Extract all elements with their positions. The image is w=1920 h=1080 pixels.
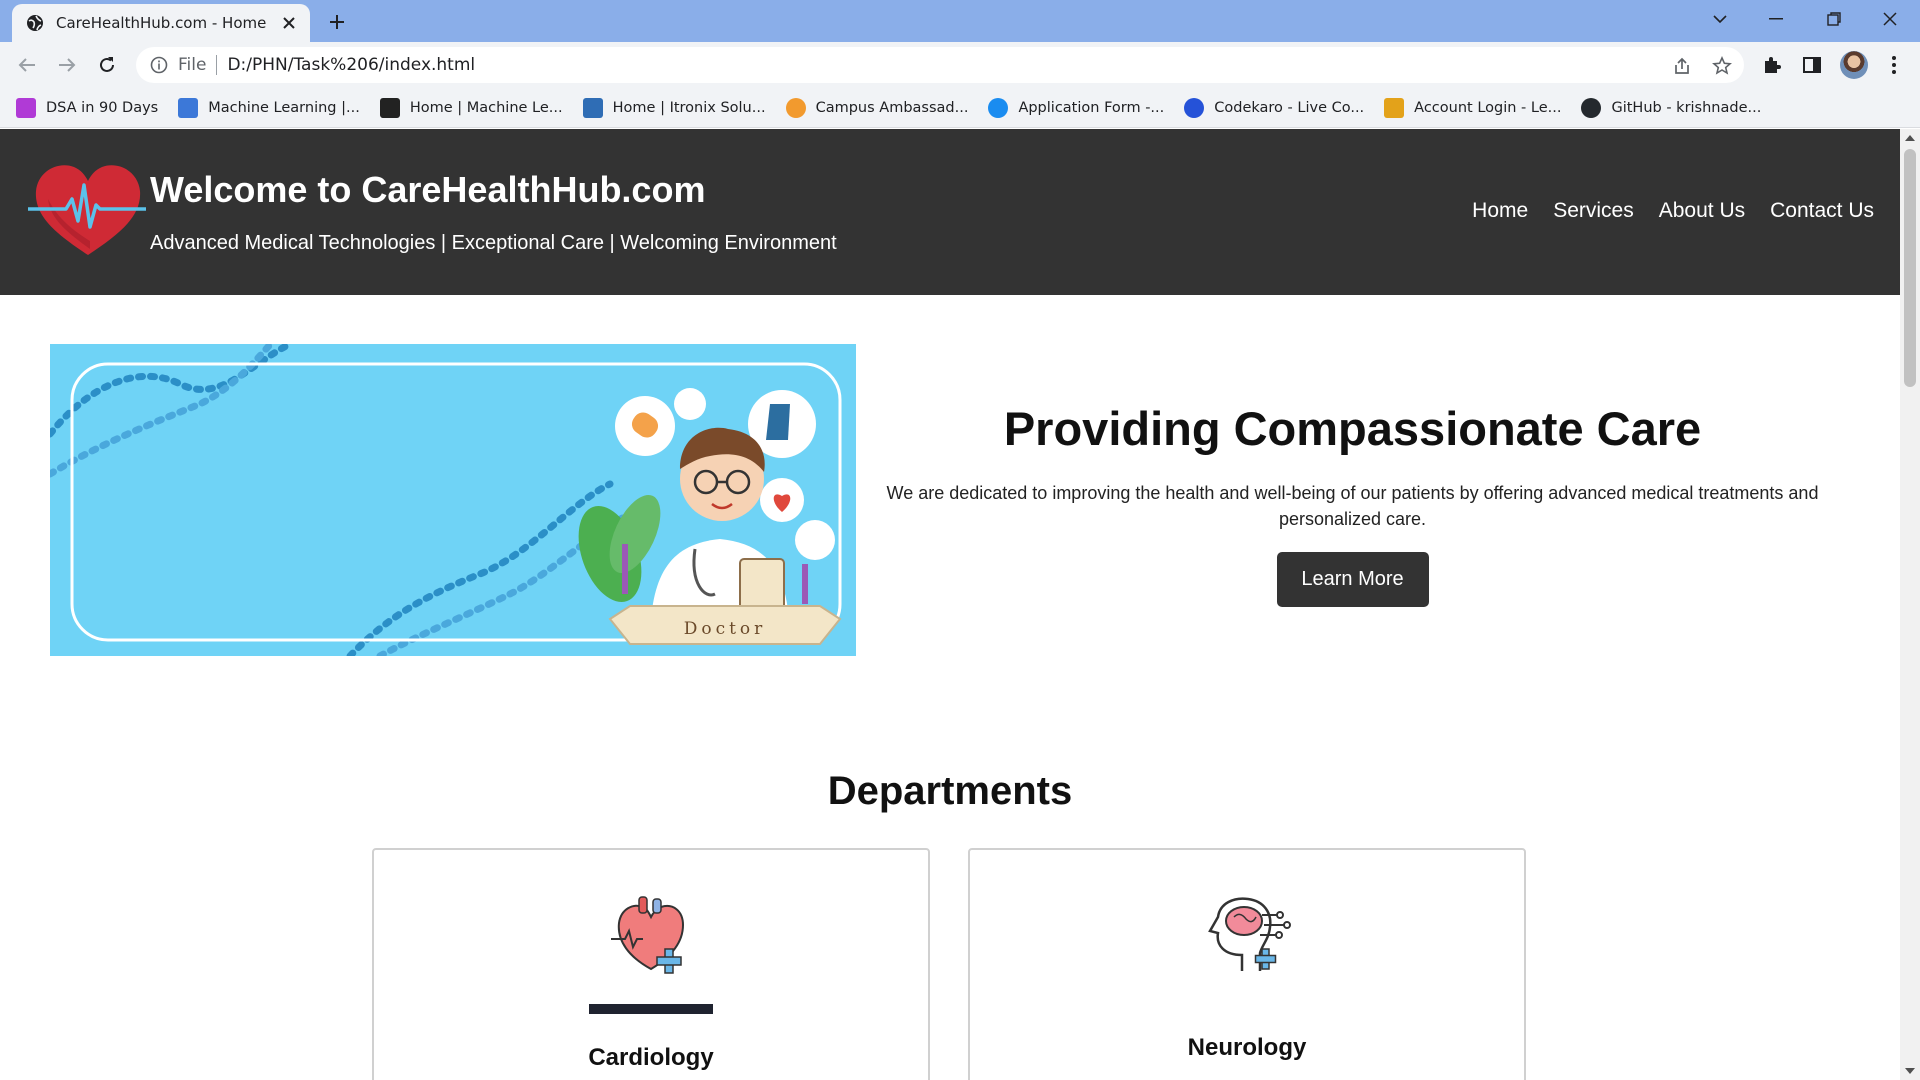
bookmark-label: DSA in 90 Days [46,99,159,116]
browser-tab[interactable]: CareHealthHub.com - Home [12,4,310,42]
bookmark-label: Application Form -... [1018,99,1165,116]
bookmark-item[interactable]: Home | Itronix Solu... [582,97,766,118]
site-tagline: Advanced Medical Technologies | Exceptio… [150,232,837,254]
bookmark-label: Codekaro - Live Co... [1214,99,1365,116]
code-brackets-icon [178,97,199,118]
bookmark-item[interactable]: Home | Machine Le... [379,97,563,118]
bookmark-label: Machine Learning |... [208,99,360,116]
page-scrollbar[interactable] [1900,129,1920,1080]
url-text[interactable]: D:/PHN/Task%206/index.html [227,55,475,75]
hero-doctor-illustration: Doctor [50,344,856,656]
globe-icon [27,15,43,31]
more-menu-icon[interactable] [1882,53,1906,77]
forward-arrow-icon[interactable] [51,49,83,81]
doctor-caption: Doctor [684,619,767,639]
tab-search-icon[interactable] [1690,0,1750,38]
campus-icon [785,97,806,118]
tab-strip: CareHealthHub.com - Home [0,0,1920,42]
bookmark-item[interactable]: Account Login - Le... [1384,97,1562,118]
info-icon[interactable] [150,56,168,74]
bookmark-item[interactable]: Codekaro - Live Co... [1184,97,1365,118]
bookmark-item[interactable]: GitHub - krishnade... [1581,97,1762,118]
extensions-puzzle-icon[interactable] [1760,53,1784,77]
page-viewport: Welcome to CareHealthHub.com Advanced Me… [0,129,1900,1080]
scrollbar-thumb[interactable] [1904,149,1916,387]
url-scheme: File [178,55,207,75]
hero-section: Providing Compassionate Care We are dedi… [870,401,1835,607]
new-tab-icon[interactable] [322,9,352,35]
main-nav: Home Services About Us Contact Us [1447,199,1874,223]
profile-avatar[interactable] [1840,51,1868,79]
dsa-icon [16,97,36,118]
restore-icon[interactable] [1804,0,1864,38]
share-icon[interactable] [1672,56,1692,76]
side-panel-icon[interactable] [1800,53,1824,77]
cardiology-image-strip [589,1004,713,1014]
heart-organ-icon [611,896,685,974]
window-close-icon[interactable] [1860,0,1920,38]
skype-icon [988,97,1009,118]
site-title: Welcome to CareHealthHub.com [150,169,706,210]
bookmark-label: Home | Machine Le... [409,99,563,116]
bookmark-label: Campus Ambassad... [815,99,969,116]
bookmark-label: GitHub - krishnade... [1611,99,1762,116]
minimize-icon[interactable] [1746,0,1806,38]
bookmarks-bar: DSA in 90 Days Machine Learning |... Home … [0,88,1920,128]
tab-title: CareHealthHub.com - Home [56,14,267,32]
scroll-down-arrow-icon[interactable] [1905,1068,1915,1074]
github-icon [1581,97,1602,118]
brain-head-icon [1208,897,1291,971]
bookmark-item[interactable]: Machine Learning |... [178,97,360,118]
heart-pulse-logo-icon [28,165,146,255]
leetcode-icon [1384,97,1405,118]
nav-about-us[interactable]: About Us [1659,199,1745,223]
department-card-neurology[interactable]: Neurology [968,848,1526,1080]
department-name-neurology: Neurology [1187,1034,1307,1061]
scroll-up-arrow-icon[interactable] [1905,135,1915,141]
tab-close-icon[interactable] [278,12,300,34]
browser-toolbar: File D:/PHN/Task%206/index.html [0,42,1920,88]
aml-icon [379,97,400,118]
bookmark-label: Home | Itronix Solu... [612,99,766,116]
nav-contact-us[interactable]: Contact Us [1770,199,1874,223]
bookmark-item[interactable]: DSA in 90 Days [16,97,159,118]
department-card-cardiology[interactable]: Cardiology [372,848,930,1080]
url-separator [216,55,218,75]
site-header: Welcome to CareHealthHub.com Advanced Me… [0,129,1900,295]
bookmark-star-icon[interactable] [1712,56,1732,76]
bookmark-label: Account Login - Le... [1414,99,1562,116]
nav-services[interactable]: Services [1553,199,1634,223]
bookmark-item[interactable]: Application Form -... [988,97,1165,118]
reload-icon[interactable] [91,49,123,81]
back-arrow-icon[interactable] [11,49,43,81]
departments-heading: Departments [827,769,1073,813]
bookmark-item[interactable]: Campus Ambassad... [785,97,969,118]
nav-home[interactable]: Home [1472,199,1528,223]
codekaro-icon [1184,97,1205,118]
address-bar[interactable]: File D:/PHN/Task%206/index.html [136,47,1744,83]
itronix-icon [582,97,603,118]
learn-more-button[interactable]: Learn More [1276,552,1429,607]
hero-heading: Providing Compassionate Care [1003,402,1702,455]
department-name-cardiology: Cardiology [588,1044,714,1071]
hero-description: We are dedicated to improving the health… [886,483,1819,529]
